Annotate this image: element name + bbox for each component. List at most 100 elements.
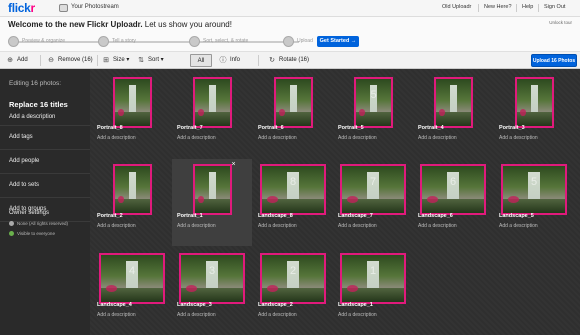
photo-title[interactable]: Landscape_7 xyxy=(338,213,373,219)
sign-out-link[interactable]: Sign Out xyxy=(544,4,565,10)
photostream-link[interactable]: Your Photostream xyxy=(71,4,119,10)
photo-title[interactable]: Portrait_7 xyxy=(177,125,203,131)
photo-title[interactable]: Portrait_1 xyxy=(177,213,203,219)
photo-thumbnail[interactable] xyxy=(274,77,313,128)
photo-thumbnail[interactable]: 2 xyxy=(260,253,326,304)
photo-description[interactable]: Add a description xyxy=(97,312,136,318)
photo-description[interactable]: Add a description xyxy=(258,312,297,318)
add-to-groups-link[interactable]: Add to groups xyxy=(0,197,90,221)
flower-graphic xyxy=(438,109,446,116)
step-dot xyxy=(98,36,109,47)
flower-graphic xyxy=(105,285,118,292)
photo-description[interactable]: Add a description xyxy=(338,135,377,141)
photo-thumbnail[interactable] xyxy=(193,77,232,128)
step-dot xyxy=(283,36,294,47)
add-button[interactable]: ⊕ Add xyxy=(6,55,28,66)
photo-description[interactable]: Add a description xyxy=(338,223,377,229)
photo-thumbnail[interactable]: 3 xyxy=(179,253,245,304)
license-setting[interactable]: None (All rights reserved) xyxy=(9,221,68,226)
photo-title[interactable]: Landscape_2 xyxy=(258,302,293,308)
flower-graphic xyxy=(117,109,125,116)
photo-description[interactable]: Add a description xyxy=(338,312,377,318)
top-bar: flickr Your Photostream Old Uploadr New … xyxy=(0,0,580,17)
flower-graphic xyxy=(185,285,198,292)
photo-description[interactable]: Add a description xyxy=(418,135,457,141)
photo-description[interactable]: Add a description xyxy=(499,135,538,141)
get-started-button[interactable]: Get Started → xyxy=(317,36,359,47)
photo-thumbnail[interactable]: 5 xyxy=(354,77,393,128)
remove-button[interactable]: ⊖ Remove (16) xyxy=(47,55,93,66)
photo-badge: 5 xyxy=(530,176,538,189)
photo-thumbnail[interactable] xyxy=(515,77,554,128)
old-uploadr-link[interactable]: Old Uploadr xyxy=(442,4,471,10)
flower-graphic xyxy=(197,196,205,203)
photo-title[interactable]: Portrait_8 xyxy=(97,125,123,131)
remove-icon: ⊖ xyxy=(48,56,54,64)
size-icon: ⊞ xyxy=(103,56,109,64)
privacy-icon xyxy=(9,231,14,236)
info-button[interactable]: ⓘ Info xyxy=(219,55,241,66)
step-dot xyxy=(189,36,200,47)
photo-description[interactable]: Add a description xyxy=(97,135,136,141)
photo-description[interactable]: Add a description xyxy=(258,135,297,141)
photo-badge: 4 xyxy=(128,265,136,278)
privacy-setting[interactable]: Visible to everyone xyxy=(9,231,55,236)
photo-title[interactable]: Landscape_8 xyxy=(258,213,293,219)
photo-description[interactable]: Add a description xyxy=(418,223,457,229)
photo-title[interactable]: Portrait_3 xyxy=(499,125,525,131)
photo-description[interactable]: Add a description xyxy=(258,223,297,229)
editing-count: Editing 16 photos: xyxy=(9,80,62,87)
flower-graphic xyxy=(358,109,366,116)
photo-title[interactable]: Portrait_6 xyxy=(258,125,284,131)
welcome-wizard: Welcome to the new Flickr Uploadr. Let u… xyxy=(0,17,580,52)
info-icon: ⓘ xyxy=(219,56,227,64)
sort-dropdown[interactable]: ⇅ Sort ▾ xyxy=(137,55,164,66)
photo-thumbnail[interactable] xyxy=(193,164,232,215)
size-dropdown[interactable]: ⊞ Size ▾ xyxy=(102,55,129,66)
close-icon[interactable]: × xyxy=(230,161,237,168)
photo-title[interactable]: Landscape_5 xyxy=(499,213,534,219)
new-here-link[interactable]: New Here? xyxy=(484,4,512,10)
photo-description[interactable]: Add a description xyxy=(177,312,216,318)
photo-badge: 3 xyxy=(208,265,216,278)
photostream-icon xyxy=(59,4,68,12)
photo-badge: 8 xyxy=(289,176,297,189)
help-link[interactable]: Help xyxy=(522,4,533,10)
photo-thumbnail[interactable] xyxy=(113,164,152,215)
step-dot xyxy=(8,36,19,47)
photo-thumbnail[interactable]: 4 xyxy=(99,253,165,304)
photo-thumbnail[interactable] xyxy=(434,77,473,128)
photo-title[interactable]: Landscape_6 xyxy=(418,213,453,219)
flickr-logo[interactable]: flickr xyxy=(8,1,35,15)
flower-graphic xyxy=(197,109,205,116)
add-to-sets-link[interactable]: Add to sets xyxy=(0,173,90,197)
photo-thumbnail[interactable]: 6 xyxy=(420,164,486,215)
view-all-button[interactable]: All xyxy=(190,54,212,67)
unlock-tour-link[interactable]: Unlock tour xyxy=(549,20,572,25)
rotate-icon: ↻ xyxy=(269,56,275,64)
photo-title[interactable]: Landscape_1 xyxy=(338,302,373,308)
photo-description[interactable]: Add a description xyxy=(177,135,216,141)
rotate-button[interactable]: ↻ Rotate (16) xyxy=(268,55,309,66)
divider xyxy=(40,55,41,66)
photo-title[interactable]: Portrait_4 xyxy=(418,125,444,131)
photo-thumbnail[interactable]: 8 xyxy=(260,164,326,215)
license-icon xyxy=(9,221,14,226)
photo-title[interactable]: Landscape_3 xyxy=(177,302,212,308)
photo-description[interactable]: Add a description xyxy=(499,223,538,229)
step-label: Tell a story xyxy=(112,38,136,44)
photo-thumbnail[interactable]: 1 xyxy=(340,253,406,304)
divider xyxy=(516,4,517,12)
add-people-link[interactable]: Add people xyxy=(0,149,90,173)
photo-thumbnail[interactable] xyxy=(113,77,152,128)
add-tags-link[interactable]: Add tags xyxy=(0,125,90,149)
photo-thumbnail[interactable]: 7 xyxy=(340,164,406,215)
upload-photos-button[interactable]: Upload 16 Photos xyxy=(531,54,577,67)
photo-title[interactable]: Portrait_5 xyxy=(338,125,364,131)
photo-description[interactable]: Add a description xyxy=(177,223,216,229)
photo-thumbnail[interactable]: 5 xyxy=(501,164,567,215)
photo-title[interactable]: Portrait_2 xyxy=(97,213,123,219)
flower-graphic xyxy=(346,285,359,292)
photo-description[interactable]: Add a description xyxy=(97,223,136,229)
photo-title[interactable]: Landscape_4 xyxy=(97,302,132,308)
